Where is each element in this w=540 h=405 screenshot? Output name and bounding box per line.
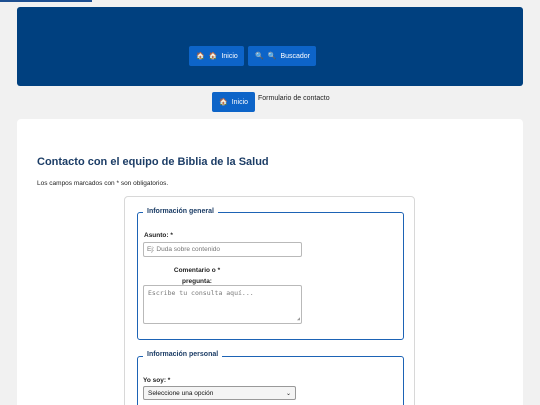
required-note: Los campos marcados con * son obligatori… — [37, 180, 169, 187]
comment-label-line2: pregunta: — [182, 278, 212, 285]
page-title: Contacto con el equipo de Biblia de la S… — [37, 156, 269, 168]
legend-personal: Información personal — [143, 351, 223, 358]
search-icon: 🔍 — [255, 53, 264, 60]
subject-label: Asunto: * — [144, 232, 173, 239]
subject-placeholder: Ej: Duda sobre contenido — [147, 246, 220, 253]
comment-textarea[interactable]: Escribe tu consulta aquí... ◢ — [143, 285, 302, 324]
iam-selected-value: Seleccione una opción — [148, 389, 214, 397]
breadcrumb-home-label: Inicio — [231, 98, 249, 106]
iam-select[interactable]: Seleccione una opción ⌄ — [143, 386, 296, 400]
comment-placeholder: Escribe tu consulta aquí... — [148, 289, 254, 297]
top-accent-line — [0, 0, 92, 2]
comment-label-line1: Comentario o — [173, 267, 216, 274]
nav-home-label: Inicio — [221, 52, 238, 60]
breadcrumb-home-button[interactable]: 🏠 Inicio — [212, 92, 255, 112]
home-icon: 🏠 — [208, 53, 218, 60]
chevron-down-icon: ⌄ — [285, 390, 291, 397]
nav-search-button[interactable]: 🔍 🔍 Buscador — [248, 46, 316, 66]
home-icon: 🏠 — [218, 99, 228, 106]
home-icon: 🏠 — [196, 53, 205, 60]
search-icon: 🔍 — [267, 53, 277, 60]
nav-search-label: Buscador — [280, 52, 311, 60]
breadcrumb-current: Formulario de contacto — [258, 95, 330, 102]
resize-handle-icon[interactable]: ◢ — [297, 316, 300, 322]
legend-general: Información general — [143, 208, 218, 215]
comment-label: Comentario o * pregunta: — [172, 265, 222, 287]
nav-home-button[interactable]: 🏠 🏠 Inicio — [189, 46, 244, 66]
subject-input[interactable]: Ej: Duda sobre contenido — [143, 242, 302, 257]
iam-label: Yo soy: * — [143, 377, 171, 384]
comment-required-mark: * — [217, 267, 221, 274]
